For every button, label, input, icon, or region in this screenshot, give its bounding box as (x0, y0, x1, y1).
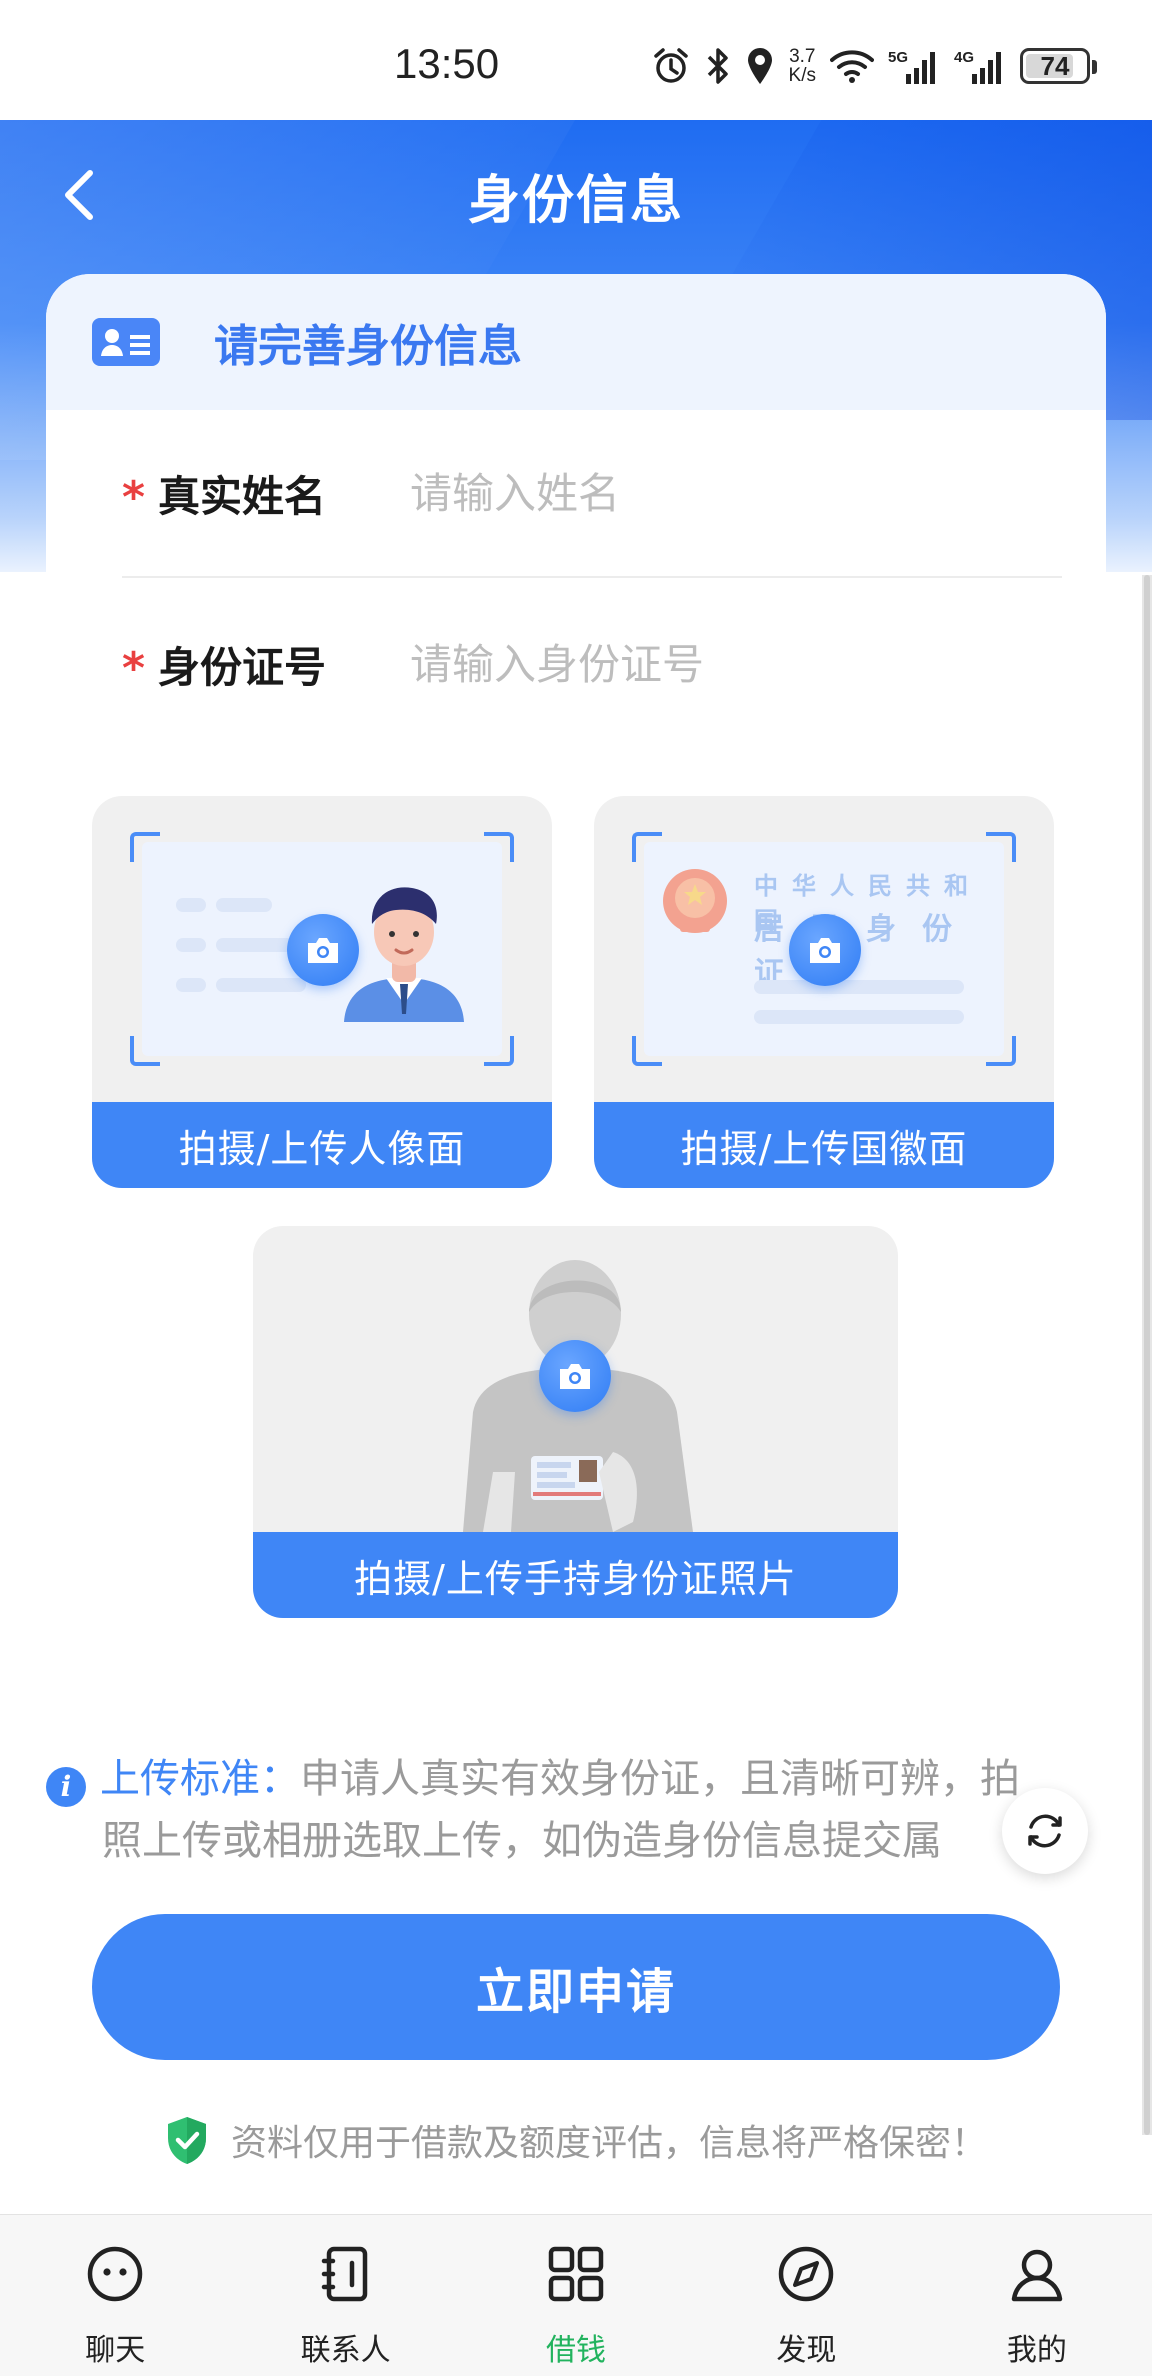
refresh-button[interactable] (1002, 1788, 1088, 1874)
chat-face-icon (84, 2243, 146, 2305)
wifi-icon (830, 46, 874, 86)
signal-5g-icon: 5G (888, 46, 940, 86)
name-label: 真实姓名 (158, 471, 327, 521)
upload-portrait-label: 拍摄/上传人像面 (92, 1102, 552, 1188)
compass-icon (775, 2243, 837, 2305)
bluetooth-icon (705, 46, 731, 86)
person-icon (1006, 2243, 1068, 2305)
tab-chat[interactable]: 聊天 (0, 2215, 230, 2376)
id-card-icon (92, 318, 160, 366)
upload-emblem-side[interactable]: 中华人民共和国 居民身份证 拍摄/上传国徽面 (594, 796, 1054, 1188)
id-number-input[interactable] (410, 639, 1062, 689)
battery-icon: 74 (1020, 46, 1097, 86)
form-card-title: 请完善身份信息 (214, 321, 522, 372)
location-icon (745, 46, 775, 86)
tab-label: 发现 (776, 2333, 837, 2368)
camera-icon (287, 914, 359, 986)
name-input[interactable] (410, 468, 1062, 518)
camera-icon (539, 1340, 611, 1412)
tab-borrow[interactable]: 借钱 (461, 2215, 691, 2376)
grid-apps-icon (545, 2243, 607, 2305)
page-title: 身份信息 (467, 171, 684, 231)
scrollbar[interactable] (1142, 575, 1152, 2135)
id-number-label: 身份证号 (158, 642, 327, 692)
upload-handheld-photo[interactable]: 拍摄/上传手持身份证照片 (253, 1226, 898, 1618)
status-time: 13:50 (394, 40, 500, 87)
tab-label: 我的 (1006, 2333, 1067, 2368)
refresh-icon (1028, 1814, 1062, 1848)
national-emblem-icon (663, 869, 727, 933)
upload-standard-notice: i 上传标准：申请人真实有效身份证，且清晰可辨，拍 照上传或相册选取上传，如伪造身… (46, 1748, 1096, 1872)
required-mark: * (122, 642, 146, 694)
notice-text-line1: 申请人真实有效身份证，且清晰可辨，拍 (300, 1756, 1020, 1802)
tab-label: 聊天 (85, 2333, 146, 2368)
tab-discover[interactable]: 发现 (691, 2215, 921, 2376)
signal-4g-icon: 4G (954, 46, 1006, 86)
notice-title: 上传标准： (100, 1756, 300, 1802)
alarm-icon (651, 46, 691, 86)
privacy-text: 资料仅用于借款及额度评估，信息将严格保密！ (230, 2123, 987, 2164)
tab-label: 联系人 (300, 2333, 391, 2368)
upload-portrait-side[interactable]: 拍摄/上传人像面 (92, 796, 552, 1188)
notice-text-line2: 照上传或相册选取上传，如伪造身份信息提交属 (102, 1818, 942, 1864)
camera-icon (789, 914, 861, 986)
network-speed: 3.7 K/s (788, 46, 816, 86)
bottom-tab-bar: 聊天 联系人 借钱 发现 我的 (0, 2214, 1152, 2376)
scrollbar-thumb[interactable] (1144, 575, 1150, 2135)
privacy-notice: 资料仅用于借款及额度评估，信息将严格保密！ (0, 2114, 1152, 2166)
tab-contacts[interactable]: 联系人 (230, 2215, 460, 2376)
svg-text:4G: 4G (954, 49, 974, 66)
form-card-header: 请完善身份信息 (46, 274, 1106, 410)
id-number-row: * 身份证号 (122, 580, 1062, 744)
identity-form-card: 请完善身份信息 * 真实姓名 * 身份证号 (46, 274, 1106, 744)
status-bar: 13:50 3.7 K/s 5G 4G 74 (0, 0, 1152, 120)
apply-now-button[interactable]: 立即申请 (92, 1914, 1060, 2060)
upload-handheld-label: 拍摄/上传手持身份证照片 (253, 1532, 898, 1618)
required-mark: * (122, 471, 146, 523)
tab-me[interactable]: 我的 (922, 2215, 1152, 2376)
svg-text:5G: 5G (888, 49, 908, 66)
shield-check-icon (167, 2117, 206, 2164)
status-icons: 3.7 K/s 5G 4G 74 (651, 44, 1097, 88)
contacts-icon (315, 2243, 377, 2305)
tab-label: 借钱 (546, 2333, 607, 2368)
upload-emblem-label: 拍摄/上传国徽面 (594, 1102, 1054, 1188)
info-icon: i (46, 1767, 86, 1807)
name-row: * 真实姓名 (122, 410, 1062, 578)
